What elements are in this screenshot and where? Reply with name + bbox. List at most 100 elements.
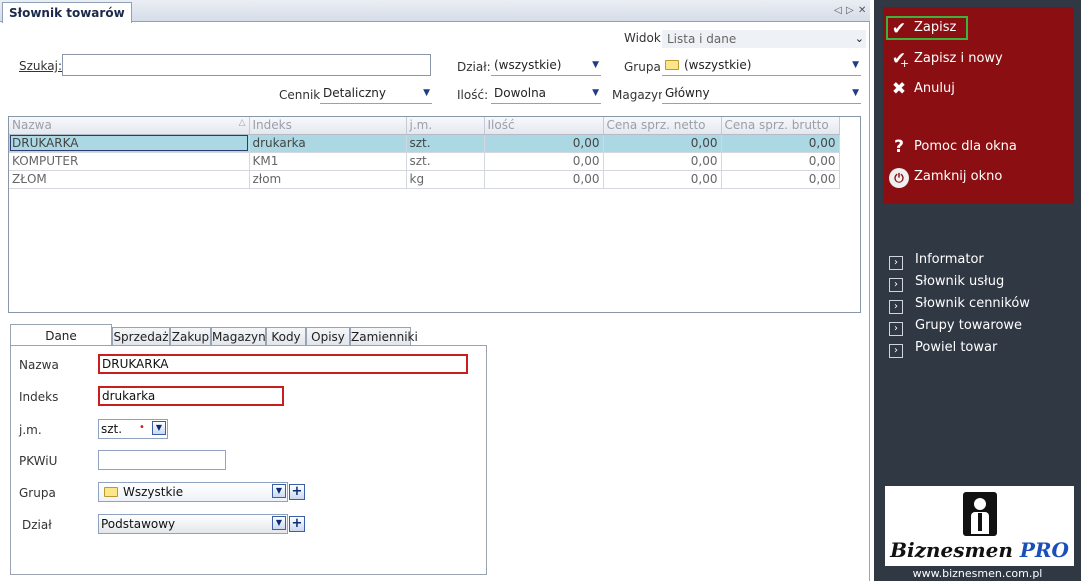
checkmark-icon: ✔ (891, 19, 907, 39)
table-row[interactable]: DRUKARKA drukarka szt. 0,00 0,00 0,00 (9, 134, 840, 153)
cell-jm[interactable]: kg (406, 170, 485, 189)
cell-ilosc[interactable]: 0,00 (484, 152, 604, 171)
cell-jm[interactable]: szt. (406, 134, 485, 153)
cell-nazwa[interactable]: DRUKARKA (9, 134, 250, 153)
add-grupa-button[interactable]: + (289, 484, 305, 500)
folder-icon (665, 60, 679, 70)
tab-close-icon[interactable]: ✕ (858, 4, 866, 18)
cancel-label: Anuluj (914, 81, 955, 96)
column-header-jm[interactable]: j.m. (406, 117, 485, 135)
arrow-right-icon: › (889, 278, 903, 292)
cell-indeks[interactable]: drukarka (249, 134, 407, 153)
businessman-icon (963, 492, 997, 536)
dzial-value: Podstawowy (101, 517, 176, 531)
dzial-filter-label: Dział: (457, 60, 491, 74)
grupa-filter-value: (wszystkie) (684, 58, 752, 72)
nazwa-field[interactable]: DRUKARKA (98, 354, 468, 374)
jm-select[interactable]: szt. • ▼ (98, 419, 168, 439)
dzial-filter-select[interactable]: (wszystkie) ▼ (491, 56, 601, 76)
table-row[interactable]: ZŁOM złom kg 0,00 0,00 0,00 (9, 170, 840, 189)
folder-icon (104, 487, 118, 497)
form-panel (10, 345, 487, 575)
column-header-cena-brutto[interactable]: Cena sprz. brutto (721, 117, 840, 135)
required-marker: • (139, 422, 145, 433)
grid-header-row: Nazwa △ Indeks j.m. Ilość Cena sprz. nett… (9, 117, 840, 135)
column-header-ilosc[interactable]: Ilość (484, 117, 604, 135)
grupa-select[interactable]: Wszystkie ▼ (98, 482, 288, 502)
brand-logo: Biznesmen PRO (885, 486, 1074, 566)
indeks-label: Indeks (19, 390, 59, 404)
ilosc-label: Ilość: (457, 88, 489, 102)
tab-kody[interactable]: Kody (266, 327, 306, 346)
cell-jm[interactable]: szt. (406, 152, 485, 171)
dzial-select[interactable]: Podstawowy ▼ (98, 514, 288, 534)
cell-indeks[interactable]: złom (249, 170, 407, 189)
widok-select[interactable]: Lista i dane ⌄ (662, 30, 866, 48)
pkwiu-field[interactable] (98, 450, 226, 470)
grupa-value: Wszystkie (123, 485, 184, 499)
tab-opisy[interactable]: Opisy (306, 327, 350, 346)
column-header-cena-netto[interactable]: Cena sprz. netto (603, 117, 722, 135)
save-and-new-button[interactable]: ✔ + Zapisz i nowy (883, 48, 1074, 72)
tab-zamienniki[interactable]: Zamienniki (350, 327, 418, 346)
tab-scroll-right-icon[interactable]: ▷ (846, 4, 854, 18)
magazyn-select[interactable]: Główny ▼ (662, 84, 861, 104)
link-slownik-cennikow[interactable]: › Słownik cenników (889, 294, 1030, 314)
cell-ilosc[interactable]: 0,00 (484, 134, 604, 153)
cancel-button[interactable]: ✖ Anuluj (883, 78, 1074, 102)
tab-sprzedaz[interactable]: Sprzedaż (112, 327, 170, 346)
brand-name: Biznesmen PRO (890, 538, 1069, 562)
close-window-button[interactable]: ⏻ Zamknij okno (883, 166, 1074, 190)
tab-slownik-towarow[interactable]: Słownik towarów (2, 2, 132, 23)
link-grupy-towarowe[interactable]: › Grupy towarowe (889, 316, 1022, 336)
cell-cena-netto[interactable]: 0,00 (603, 170, 722, 189)
close-icon: ✖ (891, 79, 907, 99)
tab-zakup[interactable]: Zakup (170, 327, 211, 346)
arrow-right-icon: › (889, 256, 903, 270)
chevron-down-icon: ▼ (152, 421, 166, 435)
grupa-filter-select[interactable]: (wszystkie) ▼ (662, 56, 861, 76)
dropdown-arrow-icon: ▼ (423, 88, 430, 98)
save-and-new-label: Zapisz i nowy (914, 51, 1003, 66)
link-slownik-uslug[interactable]: › Słownik usług (889, 272, 1004, 292)
pkwiu-label: PKWiU (19, 454, 58, 468)
cell-cena-brutto[interactable]: 0,00 (721, 134, 840, 153)
link-powiel-towar[interactable]: › Powiel towar (889, 338, 997, 358)
add-dzial-button[interactable]: + (289, 516, 305, 532)
cell-cena-netto[interactable]: 0,00 (603, 134, 722, 153)
dzial-label: Dział (22, 518, 52, 532)
cell-nazwa[interactable]: ZŁOM (9, 170, 250, 189)
save-button[interactable]: ✔ Zapisz (886, 16, 968, 40)
cell-cena-brutto[interactable]: 0,00 (721, 152, 840, 171)
column-header-nazwa[interactable]: Nazwa △ (9, 117, 250, 135)
grupa-filter-label: Grupa: (624, 60, 665, 74)
save-label: Zapisz (914, 20, 957, 35)
column-header-indeks[interactable]: Indeks (249, 117, 407, 135)
sort-ascending-icon: △ (238, 118, 246, 129)
brand-edition: PRO (1019, 538, 1069, 562)
link-informator[interactable]: › Informator (889, 250, 984, 270)
website-url: www.biznesmen.com.pl (912, 567, 1043, 580)
cennik-select[interactable]: Detaliczny ▼ (320, 84, 432, 104)
indeks-field[interactable]: drukarka (98, 386, 284, 406)
dropdown-arrow-icon: ▼ (592, 60, 599, 70)
cell-nazwa[interactable]: KOMPUTER (9, 152, 250, 171)
checkmark-plus-icon: ✔ + (891, 49, 910, 70)
cennik-value: Detaliczny (323, 86, 386, 100)
cell-cena-netto[interactable]: 0,00 (603, 152, 722, 171)
close-window-label: Zamknij okno (914, 169, 1003, 184)
ilosc-select[interactable]: Dowolna ▼ (491, 84, 601, 104)
cell-cena-brutto[interactable]: 0,00 (721, 170, 840, 189)
tab-dane-podstawowe[interactable]: Dane podstawowe (10, 324, 112, 365)
cennik-label: Cennik: (279, 88, 325, 102)
arrow-right-icon: › (889, 300, 903, 314)
nazwa-label: Nazwa (19, 358, 59, 372)
help-button[interactable]: ? Pomoc dla okna (883, 136, 1074, 160)
tab-scroll-left-icon[interactable]: ◁ (834, 4, 842, 18)
tab-magazyn[interactable]: Magazyn (211, 327, 266, 346)
main-pane: Słownik towarów ◁ ▷ ✕ Widok: Lista i dan… (0, 0, 870, 581)
cell-indeks[interactable]: KM1 (249, 152, 407, 171)
table-row[interactable]: KOMPUTER KM1 szt. 0,00 0,00 0,00 (9, 152, 840, 171)
cell-ilosc[interactable]: 0,00 (484, 170, 604, 189)
search-input[interactable] (62, 54, 431, 76)
